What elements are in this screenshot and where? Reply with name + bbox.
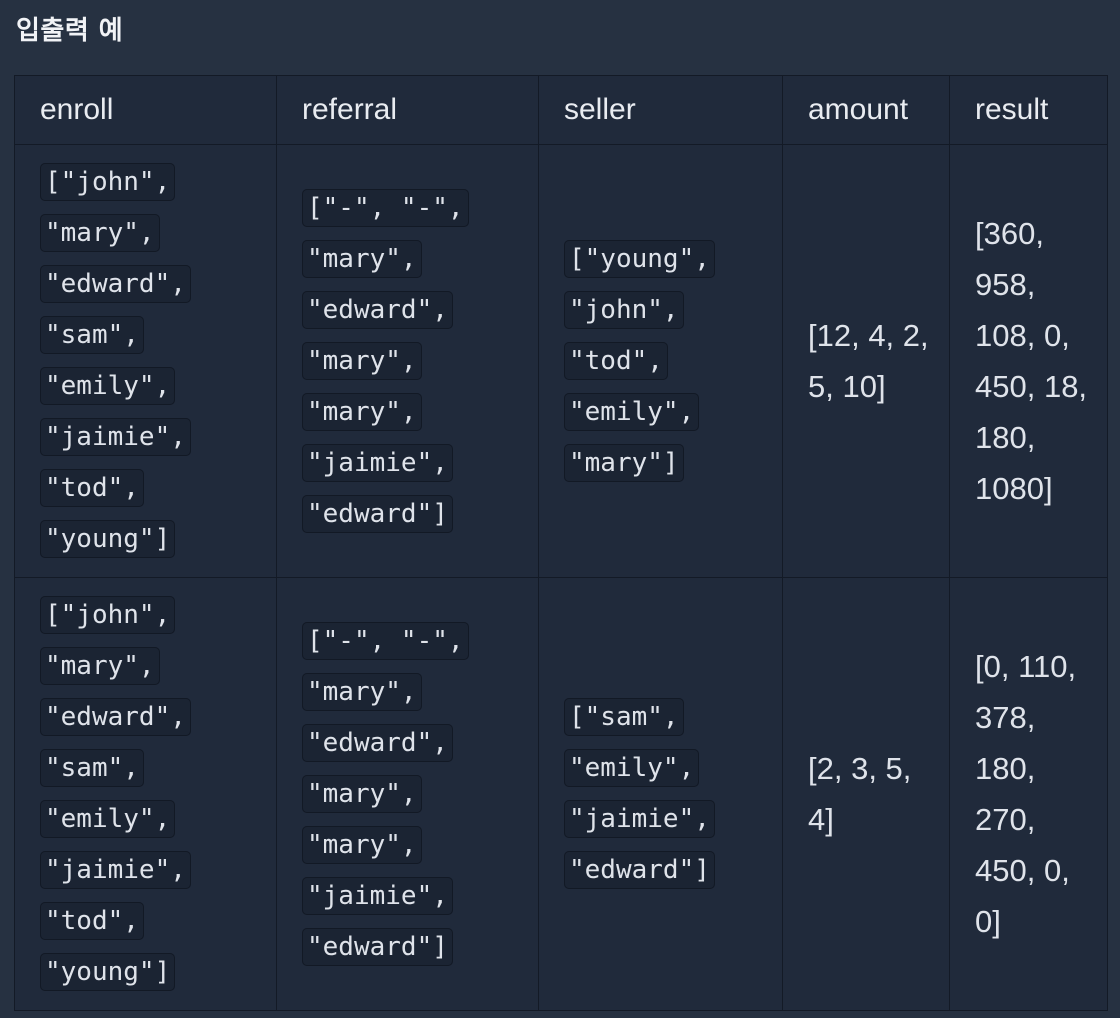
io-example-table: enroll referral seller amount result ["j… <box>14 75 1108 1011</box>
code-value: ["john", "mary", "edward", "sam", "emily… <box>40 163 191 558</box>
code-value: ["young", "john", "tod", "emily", "mary"… <box>564 239 715 482</box>
cell-result: [360, 958, 108, 0, 450, 18, 180, 1080] <box>949 144 1108 578</box>
cell-referral: ["-", "-", "mary", "edward", "mary", "ma… <box>276 577 539 1011</box>
cell-seller: ["young", "john", "tod", "emily", "mary"… <box>538 144 783 578</box>
table-row: ["john", "mary", "edward", "sam", "emily… <box>14 144 1108 578</box>
code-value: ["-", "-", "mary", "edward", "mary", "ma… <box>302 621 469 966</box>
cell-enroll: ["john", "mary", "edward", "sam", "emily… <box>14 144 277 578</box>
cell-result: [0, 110, 378, 180, 270, 450, 0, 0] <box>949 577 1108 1011</box>
header-result: result <box>949 75 1108 145</box>
cell-amount: [2, 3, 5, 4] <box>782 577 950 1011</box>
cell-referral: ["-", "-", "mary", "edward", "mary", "ma… <box>276 144 539 578</box>
page: 입출력 예 enroll referral seller amount resu… <box>0 0 1120 1018</box>
cell-enroll: ["john", "mary", "edward", "sam", "emily… <box>14 577 277 1011</box>
header-referral: referral <box>276 75 539 145</box>
section-title: 입출력 예 <box>16 16 124 46</box>
header-enroll: enroll <box>14 75 277 145</box>
table-row: ["john", "mary", "edward", "sam", "emily… <box>14 577 1108 1011</box>
code-value: ["sam", "emily", "jaimie", "edward"] <box>564 698 715 889</box>
header-seller: seller <box>538 75 783 145</box>
header-amount: amount <box>782 75 950 145</box>
cell-amount: [12, 4, 2, 5, 10] <box>782 144 950 578</box>
cell-seller: ["sam", "emily", "jaimie", "edward"] <box>538 577 783 1011</box>
table-header-row: enroll referral seller amount result <box>14 75 1108 145</box>
code-value: ["john", "mary", "edward", "sam", "emily… <box>40 596 191 991</box>
code-value: ["-", "-", "mary", "edward", "mary", "ma… <box>302 188 469 533</box>
